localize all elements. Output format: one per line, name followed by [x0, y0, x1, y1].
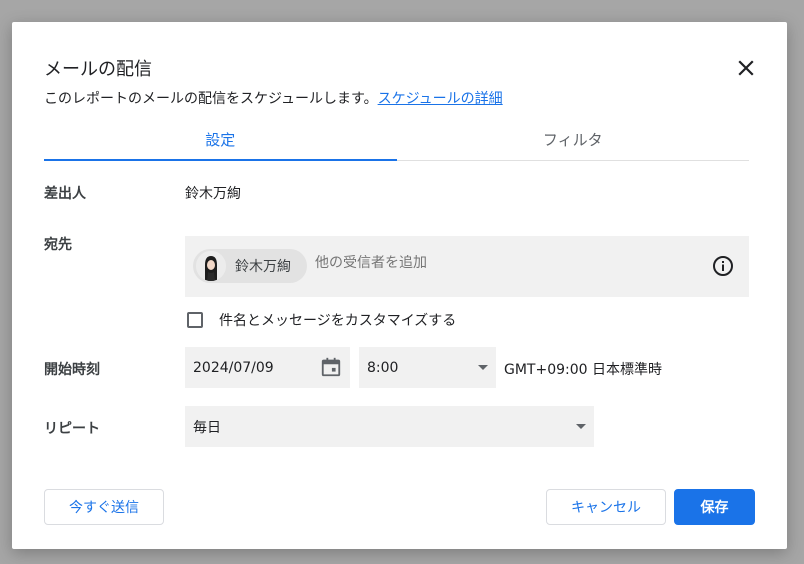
calendar-icon[interactable]: [320, 356, 342, 378]
time-dropdown-arrow-icon: [478, 365, 488, 370]
tab-bar: 設定 フィルタ: [44, 120, 749, 161]
close-icon: [738, 60, 754, 76]
dialog-title: メールの配信: [44, 59, 152, 80]
date-picker-field[interactable]: 2024/07/09: [185, 347, 350, 388]
info-button[interactable]: [711, 254, 735, 278]
date-value: 2024/07/09: [193, 359, 274, 376]
repeat-value: 毎日: [193, 419, 221, 436]
start-time-label: 開始時刻: [44, 362, 100, 378]
customize-message-checkbox[interactable]: [187, 312, 203, 328]
timezone-text: GMT+09:00 日本標準時: [504, 362, 663, 378]
recipient-chip[interactable]: 鈴木万絢: [193, 249, 307, 283]
close-button[interactable]: [734, 56, 758, 80]
tab-settings[interactable]: 設定: [44, 120, 397, 161]
recipients-label: 宛先: [44, 237, 72, 253]
repeat-select[interactable]: 毎日: [185, 406, 594, 447]
time-select[interactable]: 8:00: [359, 347, 496, 388]
schedule-details-link[interactable]: スケジュールの詳細: [378, 91, 503, 107]
recipients-field[interactable]: 鈴木万絢: [185, 236, 749, 297]
sender-value: 鈴木万絢: [185, 186, 241, 202]
customize-message-option[interactable]: 件名とメッセージをカスタマイズする: [187, 310, 456, 330]
avatar: [196, 251, 226, 281]
info-icon: [713, 256, 733, 276]
dialog-subtitle: このレポートのメールの配信をスケジュールします。スケジュールの詳細: [44, 88, 503, 108]
email-delivery-dialog: メールの配信 このレポートのメールの配信をスケジュールします。スケジュールの詳細…: [12, 22, 787, 549]
cancel-button[interactable]: キャンセル: [546, 489, 666, 525]
tab-filter[interactable]: フィルタ: [397, 120, 750, 160]
sender-label: 差出人: [44, 186, 86, 202]
recipient-chip-name: 鈴木万絢: [235, 259, 291, 275]
customize-message-label: 件名とメッセージをカスタマイズする: [219, 313, 457, 329]
repeat-dropdown-arrow-icon: [576, 424, 586, 429]
save-button[interactable]: 保存: [674, 489, 755, 525]
avatar-image-icon: [196, 251, 226, 281]
add-recipient-input[interactable]: [315, 255, 675, 271]
send-now-button[interactable]: 今すぐ送信: [44, 489, 164, 525]
time-value: 8:00: [367, 359, 399, 376]
subtitle-text: このレポートのメールの配信をスケジュールします。: [44, 91, 378, 107]
repeat-label: リピート: [44, 421, 100, 437]
